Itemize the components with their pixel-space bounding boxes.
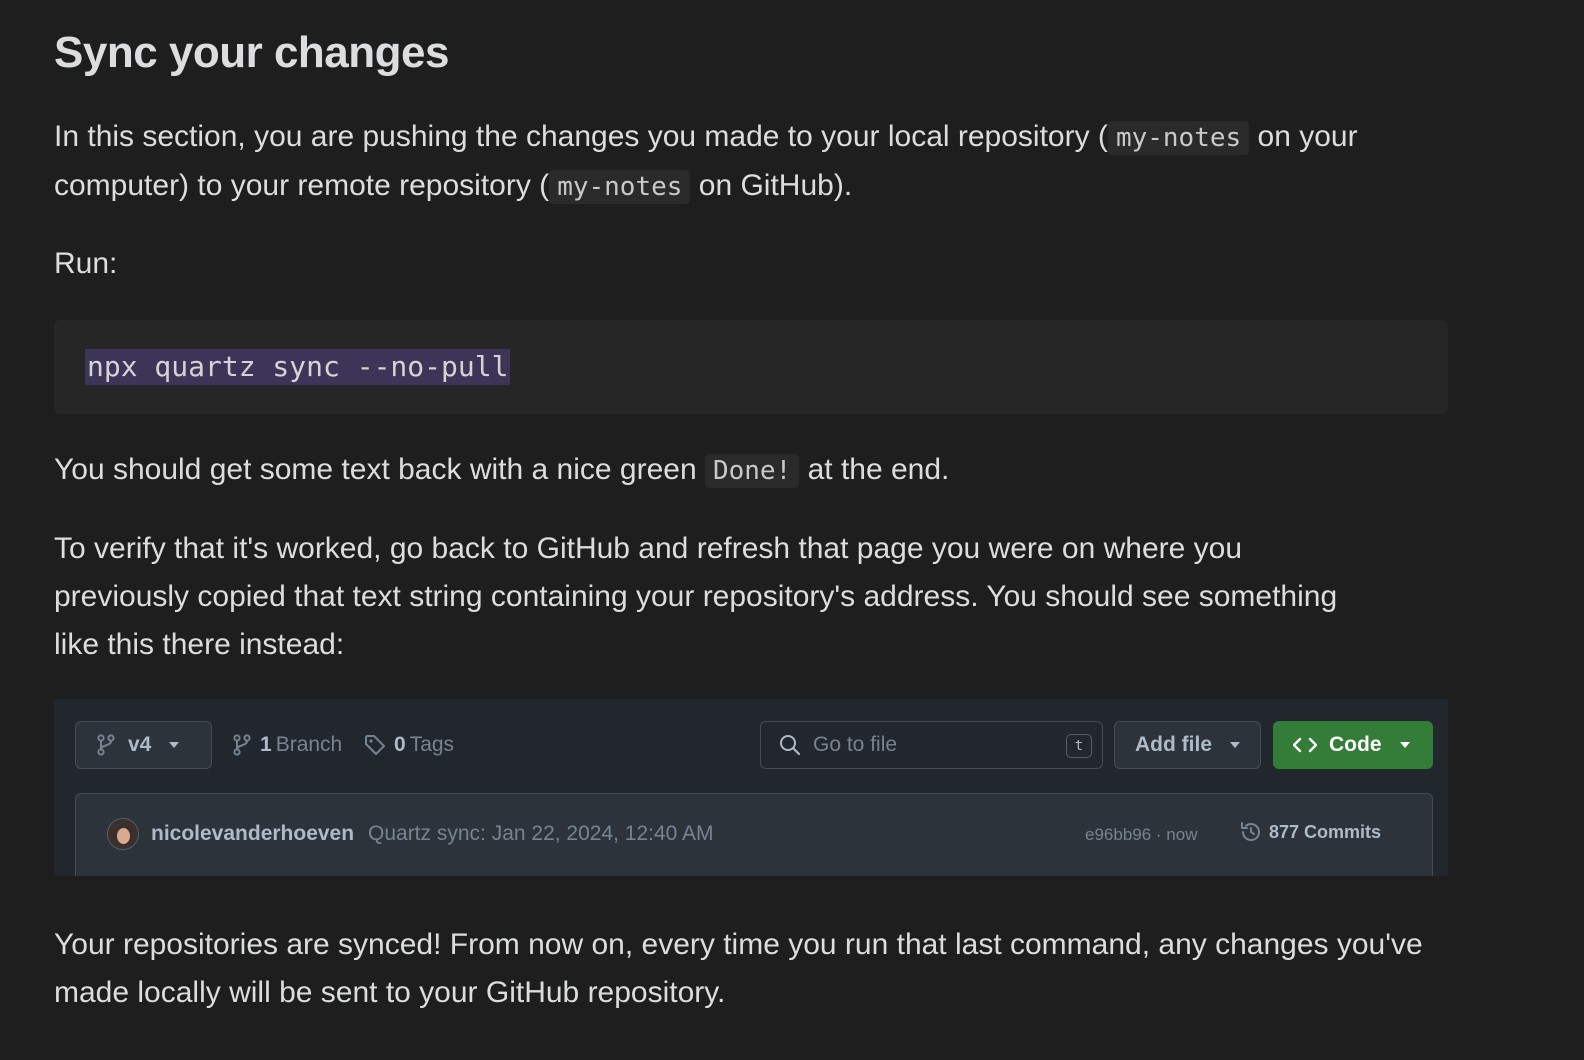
chevron-down-icon <box>1230 742 1240 748</box>
intro-text-1: In this section, you are pushing the cha… <box>54 120 1108 153</box>
code-button[interactable]: Code <box>1273 721 1433 769</box>
branch-label: Branch <box>275 733 343 756</box>
add-file-button[interactable]: Add file <box>1114 721 1261 769</box>
verify-paragraph: To verify that it's worked, go back to G… <box>54 532 1338 661</box>
inline-code-remote-repo: my-notes <box>549 170 691 204</box>
run-label: Run: <box>54 247 118 280</box>
intro-paragraph: In this section, you are pushing the cha… <box>54 113 1434 211</box>
keyboard-shortcut-hint: t <box>1066 734 1092 758</box>
branch-select-button[interactable]: v4 <box>75 721 212 769</box>
code-label: Code <box>1329 733 1382 756</box>
inline-code-local-repo: my-notes <box>1107 121 1250 155</box>
section-heading: Sync your changes <box>54 28 449 77</box>
commit-message[interactable]: Quartz sync: Jan 22, 2024, 12:40 AM <box>368 822 714 846</box>
go-to-file-input[interactable]: Go to file t <box>760 721 1103 769</box>
tags-link[interactable]: 0 Tags <box>364 721 454 769</box>
commit-sha-time[interactable]: e96bb96 · now <box>1085 825 1197 845</box>
commits-link[interactable]: 877 Commits <box>1239 820 1381 844</box>
tag-label: Tags <box>409 733 455 756</box>
github-repo-screenshot: v4 1 Branch 0 Tags Go to file t Add file… <box>54 699 1448 876</box>
final-paragraph: Your repositories are synced! From now o… <box>54 928 1423 1009</box>
done-paragraph: You should get some text back with a nic… <box>54 446 1434 495</box>
tag-count: 0 <box>394 733 406 756</box>
avatar[interactable] <box>107 818 139 850</box>
git-branch-icon <box>232 734 252 756</box>
done-text-2: at the end. <box>799 453 950 486</box>
git-branch-icon <box>96 734 116 756</box>
intro-text-3: on GitHub). <box>690 169 853 202</box>
inline-code-done: Done! <box>704 454 800 488</box>
command-text[interactable]: npx quartz sync --no-pull <box>85 349 511 385</box>
chevron-down-icon <box>1399 742 1410 748</box>
branch-name: v4 <box>128 733 152 756</box>
tag-icon <box>364 734 386 756</box>
branches-link[interactable]: 1 Branch <box>232 721 342 769</box>
commits-count-label: 877 Commits <box>1269 821 1382 842</box>
latest-commit-bar: nicolevanderhoeven Quartz sync: Jan 22, … <box>75 793 1433 876</box>
code-brackets-icon <box>1293 736 1317 754</box>
done-text-1: You should get some text back with a nic… <box>54 453 705 486</box>
chevron-down-icon <box>169 742 180 748</box>
search-icon <box>779 734 801 756</box>
history-icon <box>1239 820 1263 844</box>
commit-author[interactable]: nicolevanderhoeven <box>151 822 354 846</box>
add-file-label: Add file <box>1135 733 1212 756</box>
branch-count: 1 <box>260 733 272 756</box>
code-block[interactable]: npx quartz sync --no-pull <box>54 320 1448 414</box>
search-placeholder: Go to file <box>813 733 898 756</box>
